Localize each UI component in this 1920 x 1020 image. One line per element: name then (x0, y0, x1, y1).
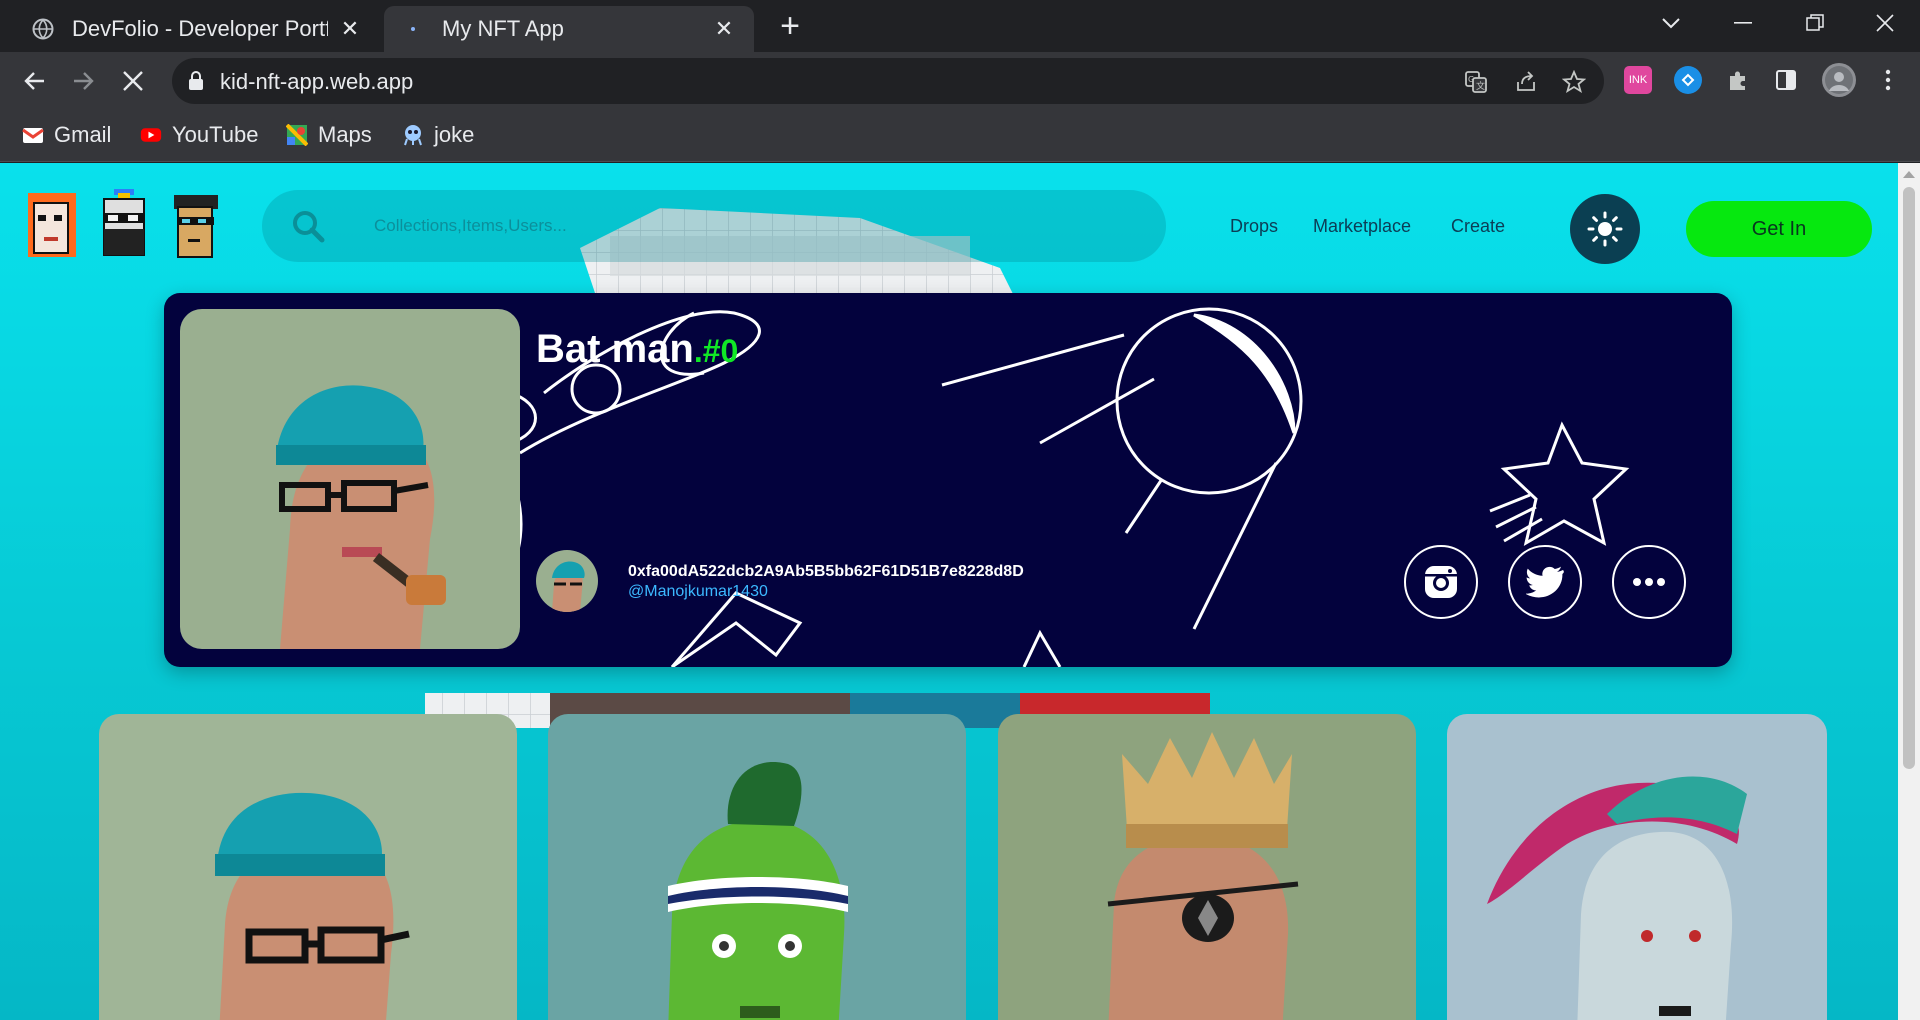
logo-punk-propeller-icon (103, 189, 145, 256)
instagram-button[interactable] (1404, 545, 1478, 619)
minimize-button[interactable] (1708, 0, 1778, 46)
nft-card-green-mohawk[interactable] (548, 714, 966, 1020)
bookmark-youtube[interactable]: YouTube (140, 122, 258, 148)
page-scrollbar[interactable] (1898, 163, 1920, 1020)
theme-toggle-button[interactable] (1570, 194, 1640, 264)
profile-avatar[interactable] (1822, 63, 1856, 97)
twitter-button[interactable] (1508, 545, 1582, 619)
back-button[interactable] (16, 62, 54, 100)
bookmarks-bar: Gmail YouTube Maps joke (0, 110, 1920, 162)
search-input[interactable] (374, 208, 1074, 244)
bookmark-star-icon[interactable] (1560, 68, 1588, 96)
search-icon (293, 211, 325, 243)
restore-button[interactable] (1780, 0, 1850, 46)
nft-image (998, 714, 1416, 1020)
nft-image (99, 714, 517, 1020)
scroll-up-arrow-icon[interactable] (1903, 171, 1915, 178)
sun-icon (1587, 211, 1623, 247)
page-viewport: Drops Marketplace Create Get In (0, 163, 1898, 1020)
youtube-icon (140, 128, 162, 142)
tab-title: DevFolio - Developer Portfol (72, 16, 328, 41)
browser-toolbar: kid-nft-app.web.app 文G INK (0, 52, 1920, 110)
lock-icon (189, 71, 203, 90)
bookmark-gmail[interactable]: Gmail (22, 122, 111, 148)
globe-icon (32, 18, 54, 40)
twitter-icon (1526, 566, 1564, 598)
gmail-icon (22, 128, 44, 143)
nav-drops[interactable]: Drops (1230, 216, 1278, 237)
wallet-address: 0xfa00dA522dcb2A9Ab5B5bb62F61D51B7e8228d… (628, 563, 1024, 580)
forward-button[interactable] (64, 62, 102, 100)
translate-icon[interactable]: 文G (1462, 68, 1490, 96)
search-bar[interactable] (262, 190, 1166, 262)
nav-create[interactable]: Create (1451, 216, 1505, 237)
logo-punk-cap-icon (174, 195, 218, 258)
chrome-menu-icon[interactable] (1874, 66, 1902, 94)
svg-text:G: G (1468, 75, 1474, 84)
extensions-puzzle-icon[interactable] (1724, 66, 1752, 94)
owner-avatar[interactable] (536, 550, 598, 612)
logo-punk-red-hair-icon (28, 193, 76, 257)
tab-close-icon[interactable]: ✕ (338, 16, 362, 42)
nft-card-beanie[interactable] (99, 714, 517, 1020)
maps-icon (286, 124, 308, 146)
nav-marketplace[interactable]: Marketplace (1313, 216, 1411, 237)
ink-extension-icon[interactable]: INK (1624, 66, 1652, 94)
profile-card: Bat man.#0 0xfa00dA522dcb2A9Ab5B5bb62F61… (164, 293, 1732, 667)
tab-search-chevron-icon[interactable] (1636, 0, 1706, 46)
profile-nft-image[interactable] (180, 309, 520, 649)
side-panel-icon[interactable] (1772, 66, 1800, 94)
share-icon[interactable] (1512, 68, 1540, 96)
tab-my-nft-app[interactable]: My NFT App ✕ (384, 6, 754, 52)
nft-card-crown[interactable] (998, 714, 1416, 1020)
address-bar[interactable]: kid-nft-app.web.app 文G (172, 58, 1604, 104)
tab-close-icon[interactable]: ✕ (712, 16, 736, 42)
bookmark-maps[interactable]: Maps (286, 122, 372, 148)
vpn-extension-icon[interactable] (1674, 66, 1702, 94)
nft-image (1447, 714, 1827, 1020)
scrollbar-thumb[interactable] (1903, 187, 1915, 769)
more-icon (1633, 578, 1665, 586)
tab-title: My NFT App (442, 16, 564, 41)
nft-card-rainbow-hair[interactable] (1447, 714, 1827, 1020)
profile-token-id: .#0 (693, 333, 739, 369)
owner-handle[interactable]: @Manojkumar1430 (628, 583, 768, 601)
loading-spinner-icon (411, 27, 415, 31)
more-options-button[interactable] (1612, 545, 1686, 619)
profile-name: Bat man.#0 (536, 327, 739, 371)
stop-loading-button[interactable] (114, 62, 152, 100)
bookmark-joke[interactable]: joke (402, 122, 474, 148)
get-in-button[interactable]: Get In (1686, 201, 1872, 257)
url-text[interactable]: kid-nft-app.web.app (220, 69, 413, 95)
new-tab-button[interactable]: + (772, 8, 808, 44)
instagram-icon (1425, 566, 1457, 598)
joke-icon (404, 125, 422, 146)
svg-text:文: 文 (1476, 80, 1485, 92)
tab-devfolio[interactable]: DevFolio - Developer Portfol ✕ (14, 6, 380, 52)
nft-image (548, 714, 966, 1020)
tab-strip: DevFolio - Developer Portfol ✕ My NFT Ap… (0, 0, 1920, 52)
close-window-button[interactable] (1850, 0, 1920, 46)
